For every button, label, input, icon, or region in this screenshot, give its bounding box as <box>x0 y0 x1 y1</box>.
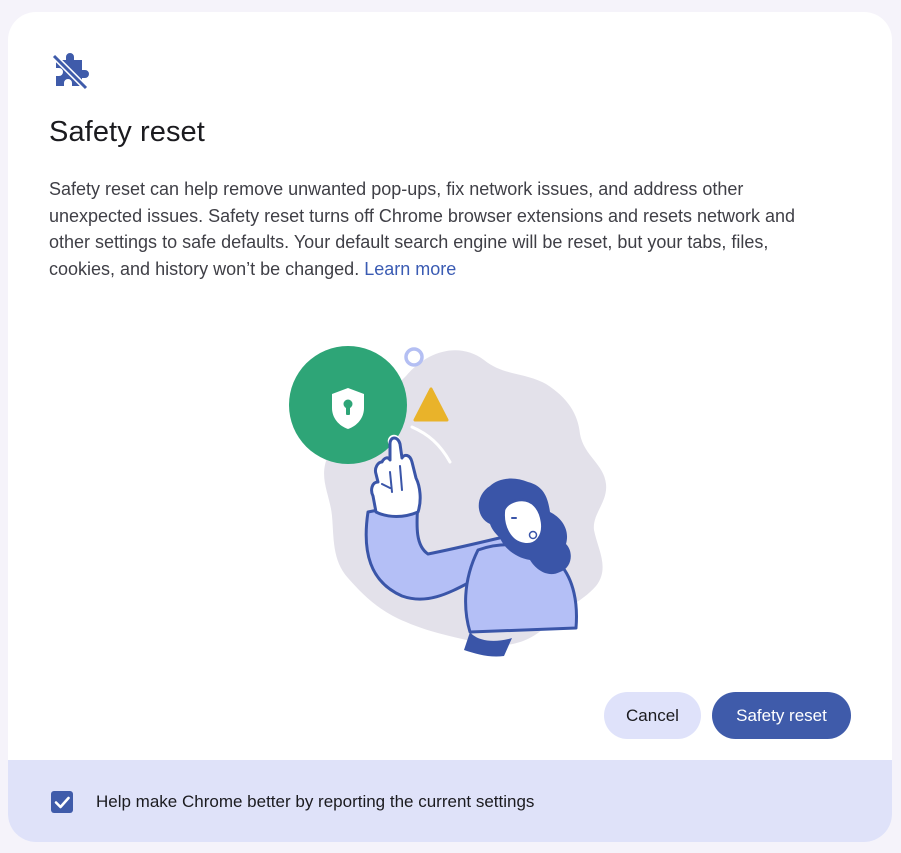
learn-more-link[interactable]: Learn more <box>364 259 456 279</box>
cancel-button[interactable]: Cancel <box>604 692 701 739</box>
dialog-footer: Help make Chrome better by reporting the… <box>8 760 892 842</box>
report-settings-checkbox[interactable] <box>51 791 73 813</box>
safety-reset-dialog: Safety reset Safety reset can help remov… <box>8 12 892 842</box>
safety-reset-button[interactable]: Safety reset <box>712 692 851 739</box>
dialog-title: Safety reset <box>49 116 205 148</box>
checkmark-icon <box>54 796 70 809</box>
report-settings-label: Help make Chrome better by reporting the… <box>96 792 535 811</box>
extension-off-icon <box>50 52 90 92</box>
dialog-description: Safety reset can help remove unwanted po… <box>49 176 839 282</box>
illustration <box>278 332 628 662</box>
decor-ring <box>404 347 424 367</box>
